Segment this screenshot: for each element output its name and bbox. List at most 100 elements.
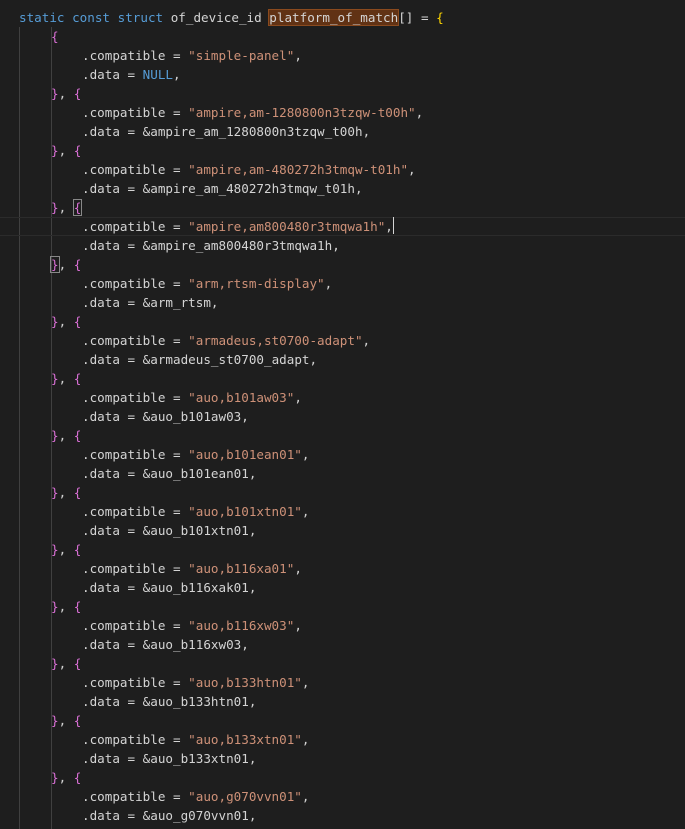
- code-line-data[interactable]: .data = &ampire_am_480272h3tmqw_t01h,: [0, 179, 685, 198]
- code-line-brace[interactable]: }, {: [0, 597, 685, 616]
- comma: ,: [241, 637, 249, 652]
- code-line-compatible[interactable]: .compatible = "auo,b133xtn01",: [0, 730, 685, 749]
- code-line-brace[interactable]: }, {: [0, 426, 685, 445]
- compatible-property: .compatible =: [82, 732, 189, 747]
- data-assignment: .data = &ampire_am800480r3tmqwa1h,: [82, 236, 340, 255]
- close-brace: }: [51, 86, 59, 101]
- code-line-compatible[interactable]: .compatible = "ampire,am-1280800n3tzqw-t…: [0, 103, 685, 122]
- open-brace: {: [73, 713, 82, 728]
- code-line-declaration[interactable]: static const struct of_device_id platfor…: [0, 8, 685, 27]
- code-line-brace[interactable]: }, {: [0, 141, 685, 160]
- code-line-compatible[interactable]: .compatible = "ampire,am-480272h3tmqw-t0…: [0, 160, 685, 179]
- code-line-data[interactable]: .data = &auo_g070vvn01,: [0, 806, 685, 825]
- code-line-compatible[interactable]: .compatible = "ampire,am800480r3tmqwa1h"…: [0, 217, 685, 236]
- code-line-data[interactable]: .data = &arm_rtsm,: [0, 293, 685, 312]
- open-brace: {: [73, 485, 82, 500]
- declaration: static const struct of_device_id platfor…: [19, 8, 444, 27]
- data-property: .data =: [82, 751, 143, 766]
- code-line-compatible[interactable]: .compatible = "auo,b116xa01",: [0, 559, 685, 578]
- code-line-brace[interactable]: }, {: [0, 654, 685, 673]
- code-line-data[interactable]: .data = &auo_b116xw03,: [0, 635, 685, 654]
- code-line-brace[interactable]: }, {: [0, 369, 685, 388]
- code-line-brace[interactable]: }, {: [0, 483, 685, 502]
- compatible-string: "auo,b116xa01": [188, 561, 295, 576]
- compatible-assignment: .compatible = "ampire,am800480r3tmqwa1h"…: [82, 217, 394, 236]
- comma: ,: [332, 238, 340, 253]
- brace-separator: }, {: [51, 84, 81, 103]
- open-brace: {: [73, 257, 82, 272]
- data-property: .data =: [82, 352, 143, 367]
- data-assignment: .data = &auo_b101aw03,: [82, 407, 249, 426]
- code-line-compatible[interactable]: .compatible = "auo,b101aw03",: [0, 388, 685, 407]
- code-line-brace[interactable]: }, {: [0, 198, 685, 217]
- data-assignment: .data = &auo_g070vvn01,: [82, 806, 256, 825]
- text-cursor: [392, 217, 394, 234]
- compatible-assignment: .compatible = "auo,b101aw03",: [82, 388, 302, 407]
- close-brace: }: [51, 599, 59, 614]
- code-line-compatible[interactable]: .compatible = "auo,g070vvn01",: [0, 787, 685, 806]
- compatible-assignment: .compatible = "auo,b116xw03",: [82, 616, 302, 635]
- keyword-static: static: [19, 10, 65, 25]
- code-line-compatible[interactable]: .compatible = "auo,b101ean01",: [0, 445, 685, 464]
- code-line-compatible[interactable]: .compatible = "simple-panel",: [0, 46, 685, 65]
- code-line-brace[interactable]: }, {: [0, 540, 685, 559]
- code-line-data[interactable]: .data = NULL,: [0, 65, 685, 84]
- open-brace: {: [73, 599, 82, 614]
- code-line-data[interactable]: .data = &auo_b116xak01,: [0, 578, 685, 597]
- code-line-compatible[interactable]: .compatible = "arm,rtsm-display",: [0, 274, 685, 293]
- data-property: .data =: [82, 808, 143, 823]
- code-line-data[interactable]: .data = &armadeus_st0700_adapt,: [0, 350, 685, 369]
- code-line-compatible[interactable]: .compatible = "auo,b133htn01",: [0, 673, 685, 692]
- comma: ,: [210, 295, 219, 310]
- comma: ,: [408, 162, 416, 177]
- data-value: &auo_b101aw03: [142, 409, 242, 424]
- data-assignment: .data = &auo_b101ean01,: [82, 464, 256, 483]
- code-line-brace[interactable]: }, {: [0, 768, 685, 787]
- compatible-property: .compatible =: [82, 219, 189, 234]
- code-editor[interactable]: static const struct of_device_id platfor…: [0, 0, 685, 829]
- data-assignment: .data = &ampire_am_1280800n3tzqw_t00h,: [82, 122, 370, 141]
- data-value: &ampire_am800480r3tmqwa1h: [142, 238, 333, 253]
- code-line-data[interactable]: .data = &auo_b101aw03,: [0, 407, 685, 426]
- code-line-data[interactable]: .data = &ampire_am_1280800n3tzqw_t00h,: [0, 122, 685, 141]
- comma: ,: [248, 808, 257, 823]
- data-value: &auo_b133xtn01: [142, 751, 249, 766]
- code-line-brace[interactable]: }, {: [0, 711, 685, 730]
- code-line-brace[interactable]: }, {: [0, 312, 685, 331]
- code-line-brace[interactable]: }, {: [0, 255, 685, 274]
- comma: ,: [301, 675, 310, 690]
- brace-separator: }, {: [51, 483, 81, 502]
- open-brace: {: [73, 371, 82, 386]
- comma: ,: [301, 732, 310, 747]
- data-value: &ampire_am_1280800n3tzqw_t00h: [142, 124, 363, 139]
- code-line-compatible[interactable]: .compatible = "auo,b116xw03",: [0, 616, 685, 635]
- code-line-compatible[interactable]: .compatible = "armadeus,st0700-adapt",: [0, 331, 685, 350]
- code-line-brace[interactable]: }, {: [0, 84, 685, 103]
- comma: ,: [58, 143, 74, 158]
- close-brace: }: [51, 770, 59, 785]
- code-line-data[interactable]: .data = &auo_b133xtn01,: [0, 749, 685, 768]
- compatible-property: .compatible =: [82, 447, 189, 462]
- code-line-data[interactable]: .data = &ampire_am800480r3tmqwa1h,: [0, 236, 685, 255]
- data-value: &ampire_am_480272h3tmqw_t01h: [142, 181, 355, 196]
- brace-separator: }, {: [51, 369, 81, 388]
- data-property: .data =: [82, 466, 143, 481]
- compatible-string: "auo,b101aw03": [188, 390, 295, 405]
- code-line-data[interactable]: .data = &auo_b101xtn01,: [0, 521, 685, 540]
- comma: ,: [58, 599, 74, 614]
- code-line-data[interactable]: .data = &auo_b101ean01,: [0, 464, 685, 483]
- close-brace: }: [50, 256, 60, 273]
- open-brace: {: [73, 86, 82, 101]
- code-line-compatible[interactable]: .compatible = "auo,b101xtn01",: [0, 502, 685, 521]
- compatible-string: "auo,g070vvn01": [188, 789, 302, 804]
- code-line-brace[interactable]: {: [0, 27, 685, 46]
- compatible-property: .compatible =: [82, 276, 189, 291]
- compatible-assignment: .compatible = "auo,b101xtn01",: [82, 502, 309, 521]
- open-brace: {: [73, 143, 82, 158]
- data-assignment: .data = &auo_b116xw03,: [82, 635, 249, 654]
- data-value: &auo_g070vvn01: [142, 808, 249, 823]
- code-line-data[interactable]: .data = &auo_b133htn01,: [0, 692, 685, 711]
- compatible-string: "auo,b133xtn01": [188, 732, 302, 747]
- comma: ,: [248, 580, 257, 595]
